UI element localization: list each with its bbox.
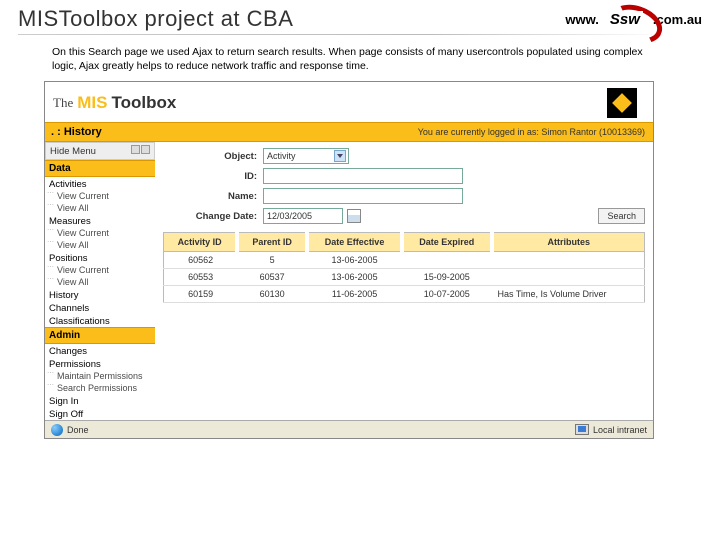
- banner-the: The: [53, 95, 73, 111]
- hide-menu-label: Hide Menu: [50, 146, 96, 157]
- cell-parent-id: 60537: [237, 269, 307, 286]
- main-panel: Object: Activity ID: Name: Change Date: …: [155, 142, 653, 420]
- ssw-logo: www. Ssw .com.au: [565, 6, 702, 32]
- cell-parent-id: 5: [237, 252, 307, 269]
- breadcrumb: . : History: [45, 126, 108, 138]
- corner-swoosh-icon: [670, 490, 720, 540]
- cell-parent-id: 60130: [237, 286, 307, 303]
- sidebar-group-measures[interactable]: Measures: [45, 214, 155, 227]
- slide-title: MISToolbox project at CBA: [18, 6, 293, 32]
- sidebar-group-history[interactable]: History: [45, 288, 155, 301]
- status-left: Done: [67, 425, 89, 435]
- cell-date-exp: 10-07-2005: [402, 286, 491, 303]
- ssw-prefix: www.: [565, 12, 598, 27]
- search-button[interactable]: Search: [598, 208, 645, 224]
- col-parent-id[interactable]: Parent ID: [237, 233, 307, 252]
- sidebar-group-permissions[interactable]: Permissions: [45, 357, 155, 370]
- sidebar-group-positions[interactable]: Positions: [45, 251, 155, 264]
- cell-attributes: [492, 269, 645, 286]
- sidebar-group-changes[interactable]: Changes: [45, 344, 155, 357]
- results-grid: Activity ID Parent ID Date Effective Dat…: [163, 232, 645, 303]
- sidebar-item-maintain-perm[interactable]: Maintain Permissions: [45, 370, 155, 382]
- cell-date-eff: 13-06-2005: [307, 252, 402, 269]
- table-row[interactable]: 60159 60130 11-06-2005 10-07-2005 Has Ti…: [164, 286, 645, 303]
- name-input[interactable]: [263, 188, 463, 204]
- sidebar-section-admin: Admin: [45, 327, 155, 344]
- sidebar-group-channels[interactable]: Channels: [45, 301, 155, 314]
- cell-date-eff: 11-06-2005: [307, 286, 402, 303]
- chevron-down-icon: [334, 150, 346, 162]
- cell-activity-id: 60562: [164, 252, 238, 269]
- id-input[interactable]: [263, 168, 463, 184]
- object-label: Object:: [163, 151, 263, 162]
- table-row[interactable]: 60562 5 13-06-2005: [164, 252, 645, 269]
- table-row[interactable]: 60553 60537 13-06-2005 15-09-2005: [164, 269, 645, 286]
- sidebar-item-act-view-current[interactable]: View Current: [45, 190, 155, 202]
- cell-date-exp: 15-09-2005: [402, 269, 491, 286]
- cba-diamond-icon: [607, 88, 637, 118]
- app-banner: The MIS Toolbox: [45, 82, 653, 122]
- cell-activity-id: 60553: [164, 269, 238, 286]
- cell-activity-id: 60159: [164, 286, 238, 303]
- sidebar: Hide Menu Data Activities View Current V…: [45, 142, 155, 420]
- col-attributes[interactable]: Attributes: [492, 233, 645, 252]
- hide-menu-bar[interactable]: Hide Menu: [45, 142, 155, 160]
- sidebar-item-pos-view-current[interactable]: View Current: [45, 264, 155, 276]
- banner-toolbox: Toolbox: [111, 93, 176, 113]
- col-date-effective[interactable]: Date Effective: [307, 233, 402, 252]
- globe-icon: [51, 424, 63, 436]
- col-date-expired[interactable]: Date Expired: [402, 233, 491, 252]
- cell-date-exp: [402, 252, 491, 269]
- login-info: You are currently logged in as: Simon Ra…: [418, 127, 645, 137]
- cell-date-eff: 13-06-2005: [307, 269, 402, 286]
- intranet-icon: [575, 424, 589, 435]
- sidebar-group-classifications[interactable]: Classifications: [45, 314, 155, 327]
- header-divider: [18, 34, 702, 35]
- sidebar-group-signoff[interactable]: Sign Off: [45, 407, 155, 420]
- sidebar-item-mea-view-current[interactable]: View Current: [45, 227, 155, 239]
- sidebar-item-pos-view-all[interactable]: View All: [45, 276, 155, 288]
- status-right: Local intranet: [593, 425, 647, 435]
- sidebar-item-mea-view-all[interactable]: View All: [45, 239, 155, 251]
- nav-fwd-icon[interactable]: [141, 145, 150, 154]
- object-select-value: Activity: [267, 151, 296, 161]
- id-label: ID:: [163, 171, 263, 182]
- sidebar-group-activities[interactable]: Activities: [45, 177, 155, 190]
- col-activity-id[interactable]: Activity ID: [164, 233, 238, 252]
- sidebar-item-search-perm[interactable]: Search Permissions: [45, 382, 155, 394]
- object-select[interactable]: Activity: [263, 148, 349, 164]
- breadcrumb-bar: . : History You are currently logged in …: [45, 122, 653, 142]
- browser-frame: The MIS Toolbox . : History You are curr…: [44, 81, 654, 439]
- nav-back-icon[interactable]: [131, 145, 140, 154]
- name-label: Name:: [163, 191, 263, 202]
- status-bar: Done Local intranet: [45, 420, 653, 438]
- calendar-icon[interactable]: [347, 209, 361, 223]
- sidebar-item-act-view-all[interactable]: View All: [45, 202, 155, 214]
- slide-description: On this Search page we used Ajax to retu…: [0, 39, 720, 81]
- sidebar-group-signin[interactable]: Sign In: [45, 394, 155, 407]
- cell-attributes: [492, 252, 645, 269]
- changedate-label: Change Date:: [163, 211, 263, 222]
- banner-mis: MIS: [77, 93, 107, 113]
- ssw-brand: Ssw: [607, 11, 643, 28]
- changedate-input[interactable]: 12/03/2005: [263, 208, 343, 224]
- cell-attributes: Has Time, Is Volume Driver: [492, 286, 645, 303]
- sidebar-section-data: Data: [45, 160, 155, 177]
